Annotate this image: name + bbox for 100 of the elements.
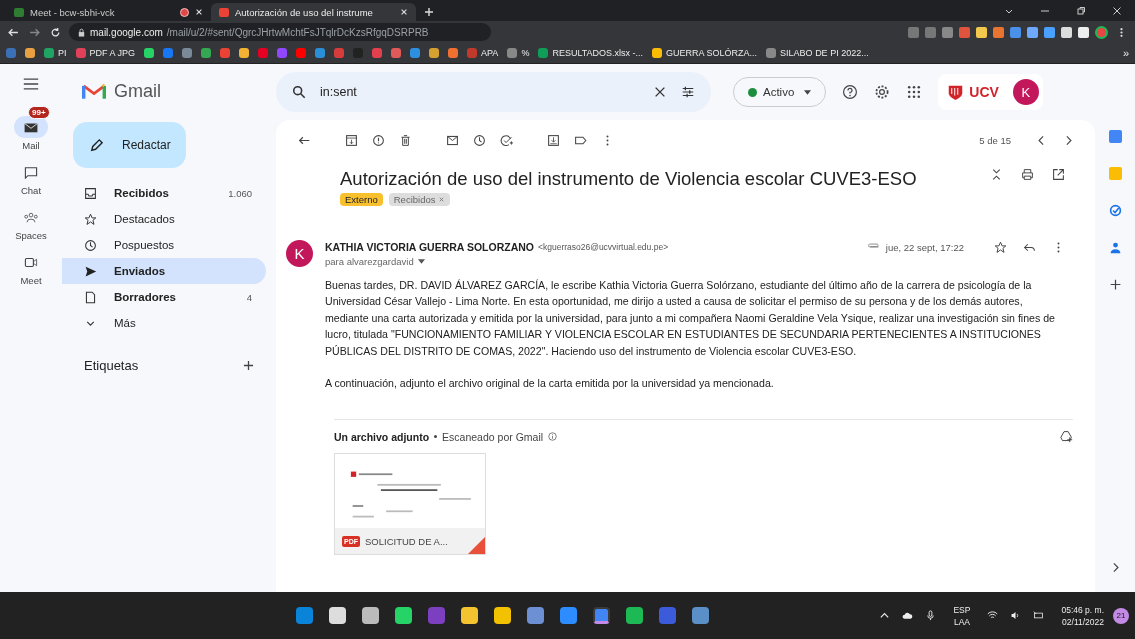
remove-tag-icon[interactable] xyxy=(438,196,446,203)
open-in-new-window-icon[interactable] xyxy=(1052,168,1065,181)
bookmark-icon[interactable] xyxy=(25,48,35,58)
help-icon[interactable] xyxy=(842,84,859,100)
bookmark-icon[interactable] xyxy=(538,48,549,58)
bookmark-icon[interactable] xyxy=(766,48,777,58)
taskbar-app-icon[interactable] xyxy=(494,607,512,624)
browser-tab[interactable]: Meet - bcw-sbhi-vck xyxy=(6,3,211,21)
taskbar-app-icon[interactable] xyxy=(527,607,545,624)
forward-icon[interactable] xyxy=(29,26,40,38)
settings-icon[interactable] xyxy=(874,84,891,100)
bookmark-icon[interactable] xyxy=(201,48,212,58)
taskbar-app-icon[interactable] xyxy=(461,607,479,624)
menu-icon[interactable] xyxy=(23,78,39,90)
add-task-icon[interactable] xyxy=(500,133,513,147)
folder-item[interactable]: Pospuestos xyxy=(62,232,266,258)
bookmark-icon[interactable] xyxy=(296,48,307,58)
taskbar-app-icon[interactable] xyxy=(593,607,611,624)
bookmark-link[interactable]: PDF A JPG xyxy=(89,48,136,58)
add-icon[interactable] xyxy=(1108,278,1122,291)
battery-icon[interactable] xyxy=(1033,610,1045,621)
extension-icon[interactable] xyxy=(1044,26,1055,38)
email-tag[interactable]: Recibidos xyxy=(388,193,451,206)
bookmark-link[interactable]: APA xyxy=(481,48,499,58)
bookmark-icon[interactable] xyxy=(144,48,155,58)
account-card[interactable]: UCV K xyxy=(938,74,1043,110)
delete-icon[interactable] xyxy=(399,133,412,147)
calendar-icon[interactable] xyxy=(1108,130,1122,143)
collapse-icon[interactable] xyxy=(990,168,1003,181)
new-tab-icon[interactable] xyxy=(424,7,434,17)
move-to-icon[interactable] xyxy=(547,133,560,147)
back-icon[interactable] xyxy=(8,26,19,38)
add-label-icon[interactable] xyxy=(243,360,254,371)
extension-icon[interactable] xyxy=(976,26,987,38)
taskbar-app-icon[interactable] xyxy=(692,607,710,624)
bookmark-link[interactable]: PI xyxy=(58,48,67,58)
bookmark-icon[interactable] xyxy=(182,48,193,58)
profile-icon[interactable] xyxy=(1095,25,1108,39)
reload-icon[interactable] xyxy=(50,26,61,38)
bookmark-icon[interactable] xyxy=(44,48,54,58)
bookmark-icon[interactable] xyxy=(239,48,250,58)
more-bookmarks-button[interactable]: » xyxy=(1122,47,1129,59)
bookmark-icon[interactable] xyxy=(410,48,421,58)
taskbar-clock[interactable]: 05:46 p. m. 02/11/2022 xyxy=(1061,603,1104,628)
rail-button[interactable] xyxy=(14,116,48,138)
report-spam-icon[interactable] xyxy=(372,133,385,147)
bookmark-link[interactable]: SILABO DE PI 2022... xyxy=(780,48,869,58)
folder-item[interactable]: Borradores 4 xyxy=(62,284,266,310)
notification-count-badge[interactable]: 21 xyxy=(1113,607,1129,624)
tasks-icon[interactable] xyxy=(1108,204,1122,217)
star-icon[interactable] xyxy=(994,240,1007,254)
restore-icon[interactable] xyxy=(1076,6,1086,16)
bookmark-link[interactable]: GUERRA SOLÓRZA... xyxy=(666,48,758,58)
bookmark-icon[interactable] xyxy=(507,48,518,58)
bookmark-icon[interactable] xyxy=(391,48,402,58)
extension-icon[interactable] xyxy=(1027,26,1038,38)
bookmark-link[interactable]: % xyxy=(521,48,530,58)
address-bar[interactable]: mail.google.com /mail/u/2/#sent/QgrcJHrtwMchtFsJTqlrDcKzsRfgqDSRPRB xyxy=(69,23,491,41)
taskbar-app-icon[interactable] xyxy=(362,607,380,624)
filter-icon[interactable] xyxy=(681,85,695,99)
compose-button[interactable]: Redactar xyxy=(73,122,186,168)
browser-tab[interactable]: Autorización de uso del instrume xyxy=(211,3,416,21)
account-avatar[interactable]: K xyxy=(1012,79,1039,105)
cloud-icon[interactable] xyxy=(902,610,914,621)
email-tag[interactable]: Externo xyxy=(340,193,383,206)
search-field[interactable]: in:sent xyxy=(276,72,711,112)
close-tab-icon[interactable] xyxy=(195,8,203,16)
apps-grid-icon[interactable] xyxy=(906,84,923,100)
bookmark-link[interactable]: RESULTADOS.xlsx -... xyxy=(552,48,644,58)
bookmark-icon[interactable] xyxy=(372,48,383,58)
print-icon[interactable] xyxy=(1021,168,1034,181)
wifi-icon[interactable] xyxy=(987,610,999,621)
folder-item[interactable]: Recibidos 1.060 xyxy=(62,180,266,206)
taskbar-app-icon[interactable] xyxy=(626,607,644,624)
contacts-icon[interactable] xyxy=(1108,241,1122,254)
folder-item[interactable]: Enviados xyxy=(62,258,266,284)
chevron-up-icon[interactable] xyxy=(879,610,891,621)
close-tab-icon[interactable] xyxy=(400,8,408,16)
extension-icon[interactable] xyxy=(1078,26,1089,38)
close-icon[interactable] xyxy=(1112,6,1122,16)
add-to-drive-icon[interactable] xyxy=(1060,430,1073,444)
taskbar-app-icon[interactable] xyxy=(329,607,347,624)
archive-icon[interactable] xyxy=(345,133,358,147)
bookmark-icon[interactable] xyxy=(75,48,86,58)
taskbar-app-icon[interactable] xyxy=(395,607,413,624)
taskbar-app-icon[interactable] xyxy=(560,607,578,624)
info-icon[interactable] xyxy=(548,432,558,442)
bookmark-icon[interactable] xyxy=(163,48,174,58)
language-indicator[interactable]: ESP LAA xyxy=(953,603,971,628)
clear-search-icon[interactable] xyxy=(653,85,667,99)
bookmark-icon[interactable] xyxy=(652,48,663,58)
bookmark-icon[interactable] xyxy=(220,48,231,58)
folder-item[interactable]: Más xyxy=(62,310,266,336)
bookmark-icon[interactable] xyxy=(448,48,459,58)
folder-item[interactable]: Destacados xyxy=(62,206,266,232)
clock-icon[interactable] xyxy=(473,133,486,147)
mail-icon[interactable] xyxy=(446,133,459,147)
bookmark-icon[interactable] xyxy=(315,48,326,58)
extension-icon[interactable] xyxy=(1061,26,1072,38)
bookmark-icon[interactable] xyxy=(429,48,440,58)
